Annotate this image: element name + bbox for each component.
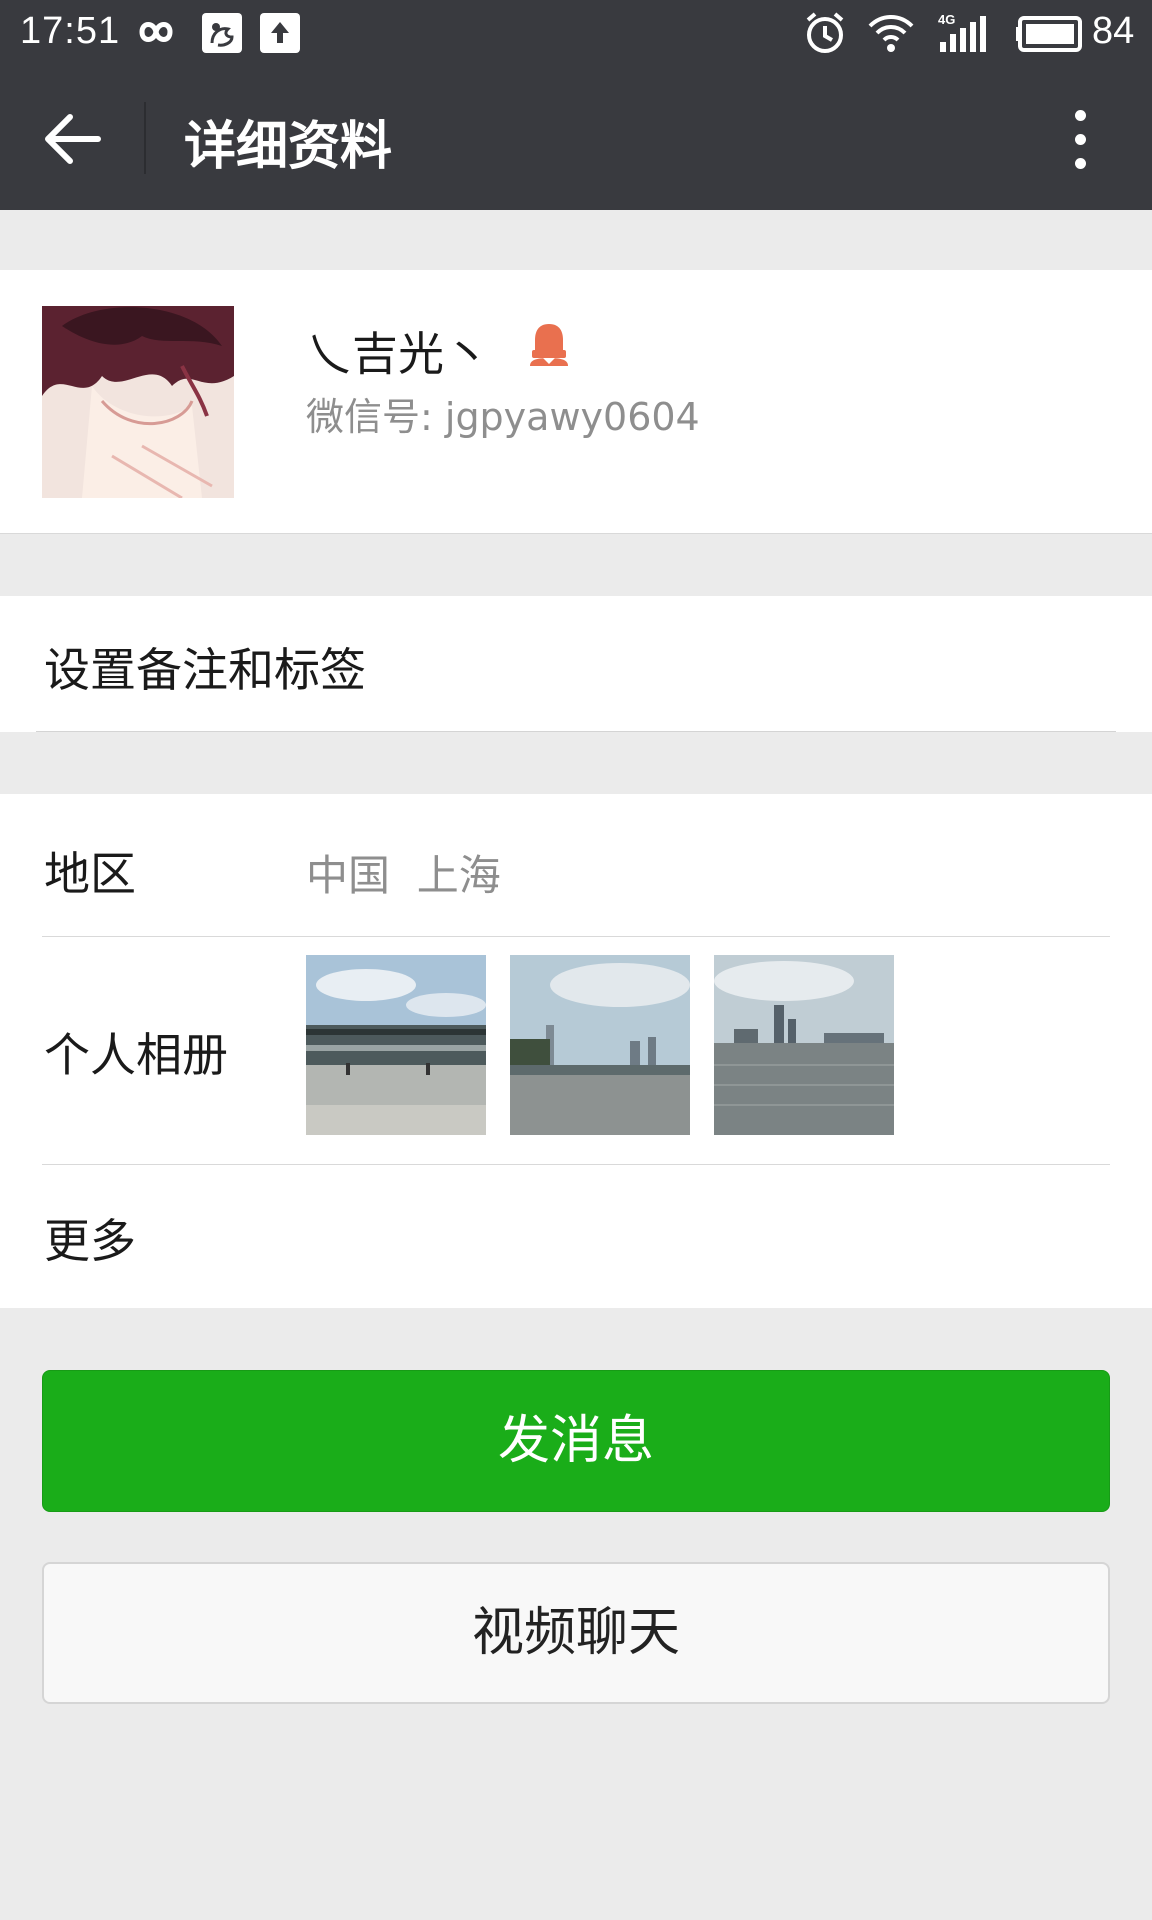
more-row[interactable]: 更多 bbox=[0, 1165, 1152, 1308]
arrow-left-icon bbox=[45, 114, 101, 164]
battery-icon bbox=[1016, 16, 1082, 52]
nickname: 乀吉光丶 bbox=[306, 327, 490, 381]
wechat-id: 微信号: jgpyawy0604 bbox=[306, 395, 700, 439]
profile-card: 乀吉光丶 微信号: jgpyawy0604 bbox=[0, 270, 1152, 534]
album-row[interactable]: 个人相册 bbox=[0, 937, 1152, 1163]
remark-row[interactable]: 设置备注和标签 bbox=[0, 596, 1152, 732]
signal-icon: 4G bbox=[938, 12, 986, 52]
region-value: 中国 上海 bbox=[306, 851, 501, 900]
more-dot bbox=[1075, 134, 1086, 145]
upload-icon bbox=[260, 13, 300, 53]
album-photo bbox=[306, 955, 486, 1135]
album-photo bbox=[714, 955, 894, 1135]
uc-browser-icon bbox=[202, 13, 242, 53]
infinity-icon bbox=[139, 22, 173, 42]
back-button[interactable] bbox=[30, 96, 116, 182]
toolbar-divider bbox=[144, 102, 146, 174]
remark-label: 设置备注和标签 bbox=[44, 643, 366, 697]
divider bbox=[36, 731, 1116, 732]
female-icon bbox=[530, 324, 568, 366]
svg-text:4G: 4G bbox=[938, 12, 955, 27]
send-message-button[interactable]: 发消息 bbox=[42, 1370, 1110, 1512]
wifi-icon bbox=[868, 15, 914, 52]
status-time: 17:51 bbox=[20, 10, 121, 52]
page-title: 详细资料 bbox=[184, 117, 393, 177]
video-chat-button[interactable]: 视频聊天 bbox=[42, 1562, 1110, 1704]
top-toolbar: 详细资料 bbox=[0, 66, 1152, 210]
region-row: 地区 中国 上海 bbox=[0, 794, 1152, 936]
album-label: 个人相册 bbox=[44, 1028, 228, 1082]
region-label: 地区 bbox=[44, 847, 136, 901]
info-card: 地区 中国 上海 个人相册 更多 bbox=[0, 794, 1152, 1308]
more-label: 更多 bbox=[44, 1214, 136, 1268]
album-photo bbox=[510, 955, 690, 1135]
battery-percent: 84 bbox=[1092, 10, 1135, 52]
avatar[interactable] bbox=[42, 306, 234, 498]
more-vertical-icon bbox=[1075, 110, 1086, 121]
more-options-button[interactable] bbox=[1052, 102, 1108, 178]
alarm-icon bbox=[806, 12, 844, 53]
more-dot bbox=[1075, 158, 1086, 169]
status-bar: 17:51 4G 84 bbox=[0, 0, 1152, 66]
